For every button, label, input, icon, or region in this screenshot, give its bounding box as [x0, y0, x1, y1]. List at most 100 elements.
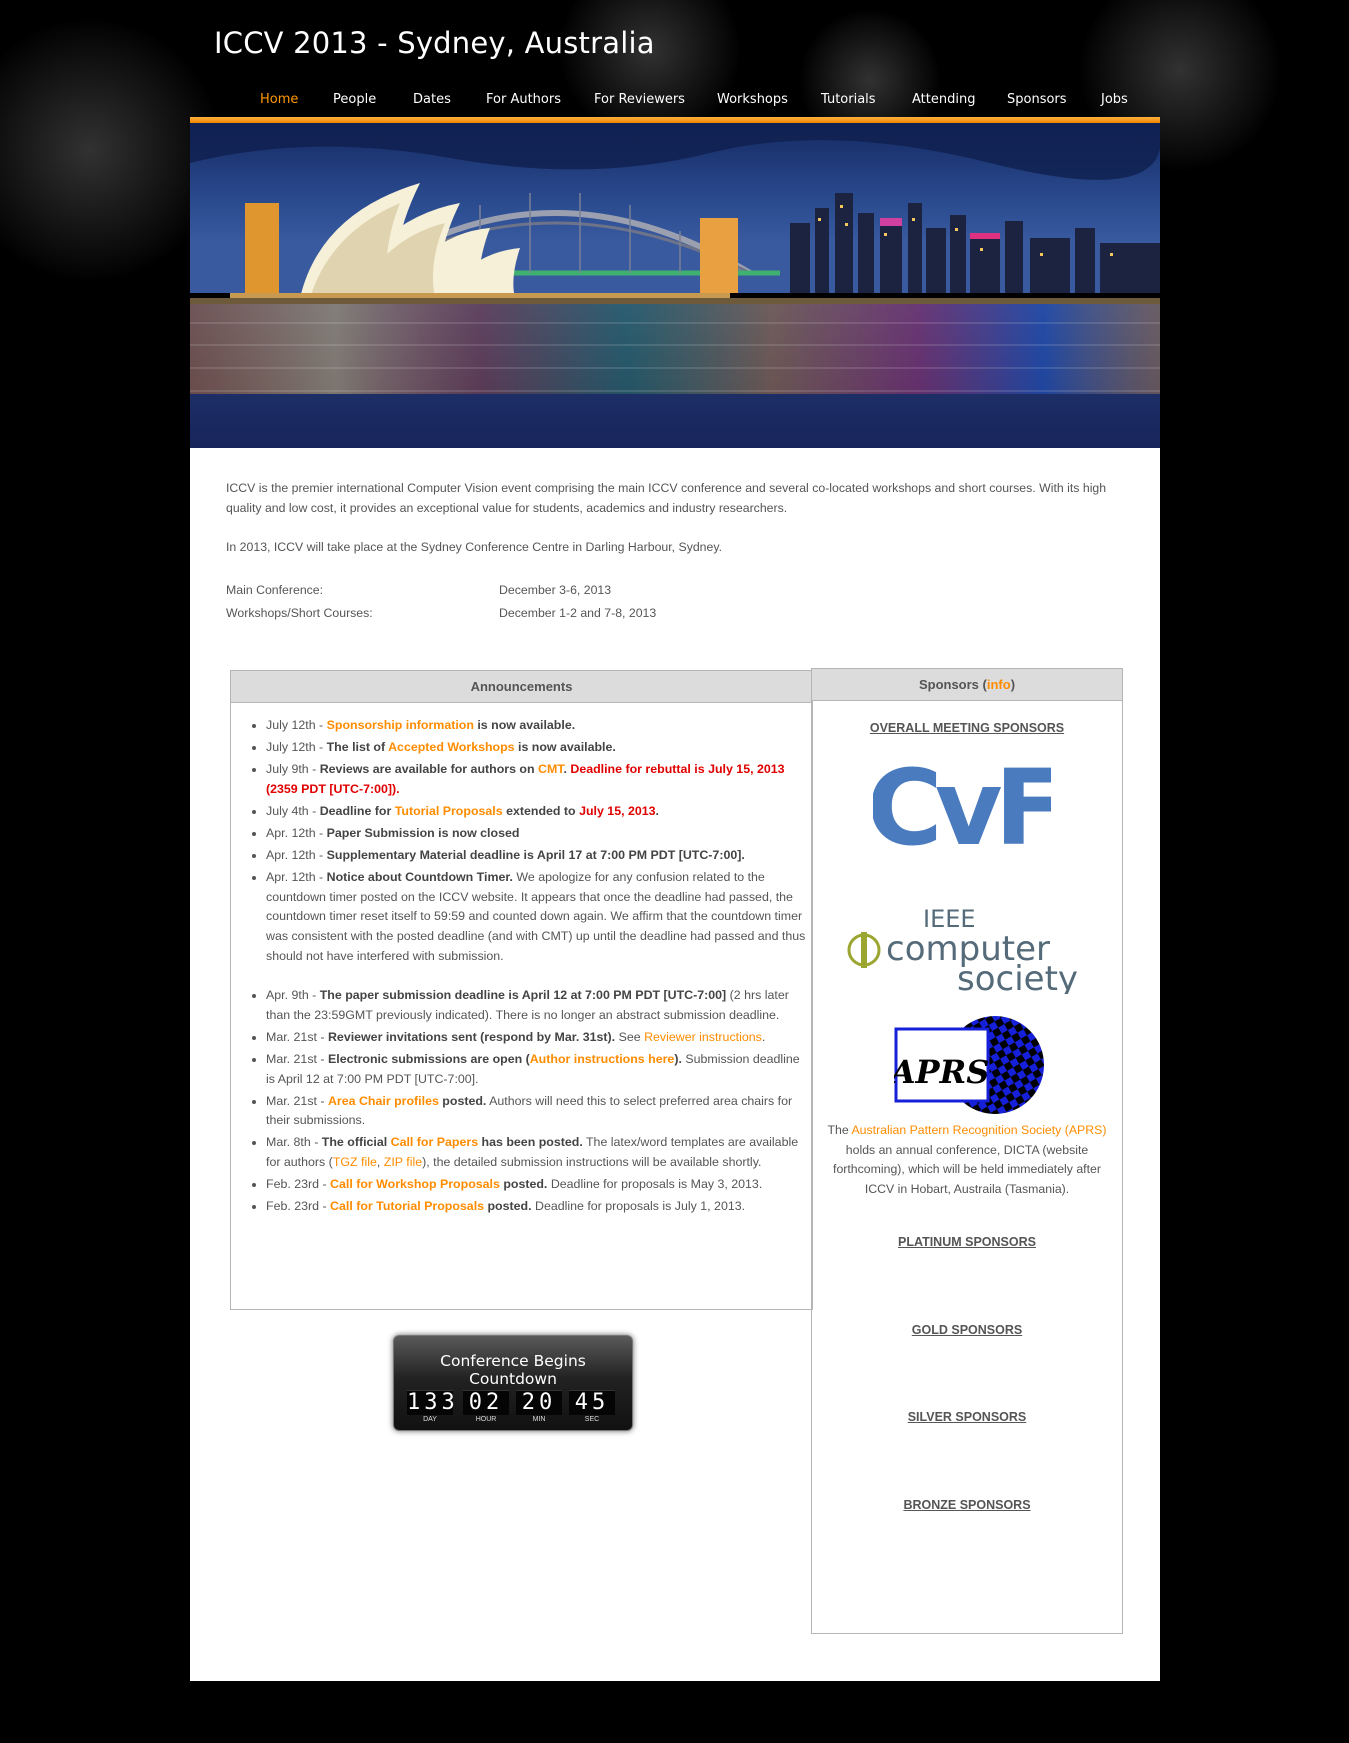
announcement-link[interactable]: Tutorial Proposals [395, 804, 503, 818]
platinum-sponsors-heading: PLATINUM SPONSORS [898, 1235, 1036, 1249]
announcement-date: Feb. 23rd - [266, 1199, 331, 1214]
announcement-text: Deadline for [319, 803, 395, 818]
announcement-text: . [761, 1029, 766, 1044]
countdown-days-label: DAY [423, 1416, 437, 1423]
announcements-list: July 12th - Sponsorship information is n… [231, 716, 812, 1217]
announcement-date: Apr. 12th - [266, 870, 327, 885]
countdown-hours-label: HOUR [475, 1416, 497, 1423]
announcement-date: Apr. 12th - [266, 825, 327, 840]
aprs-logo-text: APRS [894, 1053, 989, 1091]
announcement-text: Deadline for proposals is July 1, 2013. [531, 1199, 746, 1214]
workshops-label: Workshops/Short Courses: [226, 606, 373, 620]
announcement-text: posted. [484, 1199, 532, 1214]
nav-attending[interactable]: Attending [912, 92, 975, 107]
bronze-sponsors-heading: BRONZE SPONSORS [903, 1498, 1031, 1512]
announcement-link[interactable]: TGZ file [333, 1155, 377, 1169]
nav-people[interactable]: People [333, 92, 376, 107]
announcement-text: Deadline for proposals is May 3, 2013. [547, 1176, 763, 1191]
sponsors-panel: Sponsors (info) OVERALL MEETING SPONSORS… [811, 668, 1123, 1634]
announcement-text: ). [674, 1051, 682, 1066]
countdown-seconds-label: SEC [584, 1416, 600, 1423]
nav-for-authors[interactable]: For Authors [486, 92, 561, 107]
ieee-line-3: society [957, 959, 1078, 994]
announcement-text: is now available. [514, 740, 616, 755]
aprs-logo[interactable]: APRS [888, 1015, 1044, 1115]
ieee-computer-society-logo[interactable]: IEEE computer society [846, 902, 1086, 999]
aprs-link[interactable]: Australian Pattern Recognition Society (… [851, 1123, 1106, 1137]
announcement-date: Apr. 12th - [266, 848, 327, 863]
announcement-text: Notice about Countdown Timer. [326, 870, 513, 885]
countdown-days: 133 DAY [407, 1390, 459, 1423]
nav-for-reviewers[interactable]: For Reviewers [594, 92, 685, 107]
aprs-text-post: holds an annual conference, DICTA (websi… [833, 1142, 1101, 1196]
main-conference-label: Main Conference: [226, 583, 324, 597]
announcement-text: Reviewer invitations sent (respond by Ma… [327, 1029, 616, 1044]
countdown-minutes-label: MIN [532, 1416, 546, 1423]
cvf-logo[interactable]: CvF [866, 747, 1065, 872]
nav-home[interactable]: Home [260, 92, 298, 107]
announcement-text: See [615, 1029, 645, 1044]
banner-image [190, 123, 1160, 448]
announcement-item: Mar. 8th - The official Call for Papers … [266, 1133, 812, 1172]
silver-sponsors-heading: SILVER SPONSORS [907, 1410, 1027, 1424]
announcement-item: Apr. 12th - Paper Submission is now clos… [266, 824, 812, 844]
announcement-date: July 9th - [266, 762, 320, 777]
gold-sponsors-heading: GOLD SPONSORS [911, 1323, 1023, 1337]
announcement-link[interactable]: Call for Workshop Proposals [330, 1177, 500, 1191]
announcement-link[interactable]: Sponsorship information [327, 718, 474, 732]
countdown-hours-value: 02 [463, 1390, 509, 1415]
sponsors-title-text: Sponsors ( [918, 677, 987, 692]
announcement-date: July 12th - [266, 740, 327, 755]
nav-tutorials[interactable]: Tutorials [821, 92, 876, 107]
nav-jobs[interactable]: Jobs [1101, 92, 1128, 107]
announcement-date: Mar. 21st - [266, 1029, 328, 1044]
announcement-item: Mar. 21st - Reviewer invitations sent (r… [266, 1028, 812, 1048]
countdown-timer: Conference Begins Countdown 133 DAY 02 H… [393, 1335, 633, 1431]
announcement-link[interactable]: Author instructions here [530, 1052, 675, 1066]
announcement-item: July 12th - Sponsorship information is n… [266, 716, 812, 736]
announcement-item: Feb. 23rd - Call for Tutorial Proposals … [266, 1197, 812, 1217]
announcement-text: . [655, 803, 659, 818]
nav-dates[interactable]: Dates [413, 92, 451, 107]
countdown-hours: 02 HOUR [463, 1390, 509, 1423]
announcement-item: Feb. 23rd - Call for Workshop Proposals … [266, 1175, 812, 1195]
nav-workshops[interactable]: Workshops [717, 92, 788, 107]
aprs-text-pre: The [827, 1123, 852, 1137]
announcements-panel: Announcements July 12th - Sponsorship in… [230, 670, 813, 1310]
announcement-date: Feb. 23rd - [266, 1176, 331, 1191]
announcement-text: , [376, 1154, 384, 1169]
announcement-link[interactable]: Call for Tutorial Proposals [330, 1199, 484, 1213]
announcement-link[interactable]: Area Chair profiles [328, 1094, 439, 1108]
main-nav: Home People Dates For Authors For Review… [190, 86, 1160, 118]
announcement-link[interactable]: Reviewer instructions [644, 1030, 762, 1044]
main-content: ICCV is the premier international Comput… [190, 448, 1160, 1681]
countdown-days-value: 133 [407, 1390, 459, 1415]
announcement-text: extended to [502, 803, 580, 818]
announcement-text: July 15, 2013 [579, 803, 656, 818]
countdown-minutes: 20 MIN [516, 1390, 562, 1423]
announcement-text: is now available. [473, 718, 576, 732]
announcement-link[interactable]: Call for Papers [391, 1135, 478, 1149]
announcement-date: Apr. 9th - [266, 988, 320, 1003]
announcement-link[interactable]: CMT [538, 762, 563, 776]
bokeh-light [0, 20, 220, 280]
site-title: ICCV 2013 - Sydney, Australia [214, 26, 655, 60]
cvf-logo-text: CvF [873, 752, 1051, 869]
announcement-link[interactable]: ZIP file [384, 1155, 422, 1169]
announcement-date: July 4th - [266, 803, 320, 818]
announcement-text: The list of [326, 740, 389, 755]
sponsors-info-link[interactable]: info [987, 677, 1011, 692]
intro-location: In 2013, ICCV will take place at the Syd… [226, 540, 723, 554]
nav-sponsors[interactable]: Sponsors [1007, 92, 1067, 107]
announcement-text: Reviews are available for authors on [319, 762, 539, 777]
announcement-text: The official [321, 1135, 391, 1150]
sponsors-title-paren: ) [1010, 677, 1016, 692]
announcement-item: July 9th - Reviews are available for aut… [266, 760, 812, 799]
announcement-date: July 12th - [266, 718, 327, 732]
countdown-minutes-value: 20 [516, 1390, 562, 1415]
announcement-item: July 4th - Deadline for Tutorial Proposa… [266, 802, 812, 822]
announcement-item: Apr. 12th - Supplementary Material deadl… [266, 846, 812, 866]
announcement-date: Mar. 21st - [266, 1051, 328, 1066]
announcement-link[interactable]: Accepted Workshops [388, 740, 514, 754]
intro-paragraph: ICCV is the premier international Comput… [226, 481, 1107, 515]
